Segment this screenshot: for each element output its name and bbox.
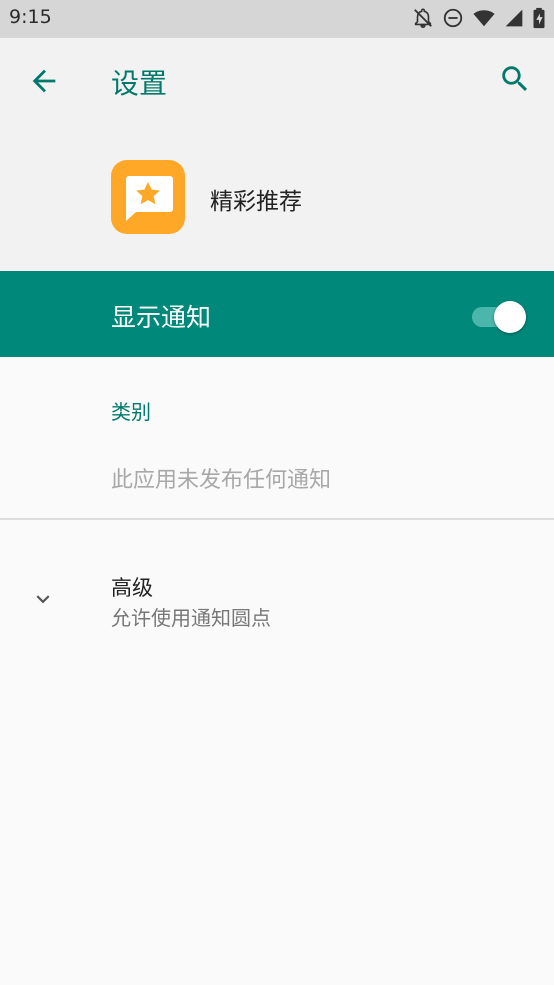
advanced-section[interactable]: 高级 允许使用通知圆点	[0, 560, 554, 640]
page-title: 设置	[111, 67, 168, 100]
header: 设置 精彩推荐	[0, 38, 554, 271]
search-button[interactable]	[498, 62, 532, 96]
do-not-disturb-icon	[443, 8, 463, 28]
battery-charging-icon	[533, 7, 545, 29]
app-name: 精彩推荐	[210, 189, 302, 215]
star-message-icon	[126, 176, 173, 221]
show-notifications-label: 显示通知	[111, 303, 212, 332]
notifications-switch[interactable]	[472, 299, 526, 333]
no-notifications-message: 此应用未发布任何通知	[111, 468, 332, 493]
status-time: 9:15	[9, 6, 52, 28]
chevron-down-icon	[36, 595, 50, 604]
status-bar: 9:15	[0, 0, 554, 38]
divider	[0, 518, 554, 520]
back-button[interactable]	[27, 64, 61, 98]
notifications-off-icon	[414, 8, 432, 28]
wifi-icon	[473, 10, 495, 27]
status-icons	[412, 7, 546, 29]
advanced-subtitle: 允许使用通知圆点	[111, 606, 271, 630]
advanced-title: 高级	[111, 576, 153, 600]
switch-thumb	[494, 301, 526, 333]
app-icon	[111, 160, 185, 234]
category-heading: 类别	[111, 400, 151, 424]
show-notifications-toggle-row[interactable]: 显示通知	[0, 271, 554, 357]
signal-icon	[505, 9, 523, 27]
